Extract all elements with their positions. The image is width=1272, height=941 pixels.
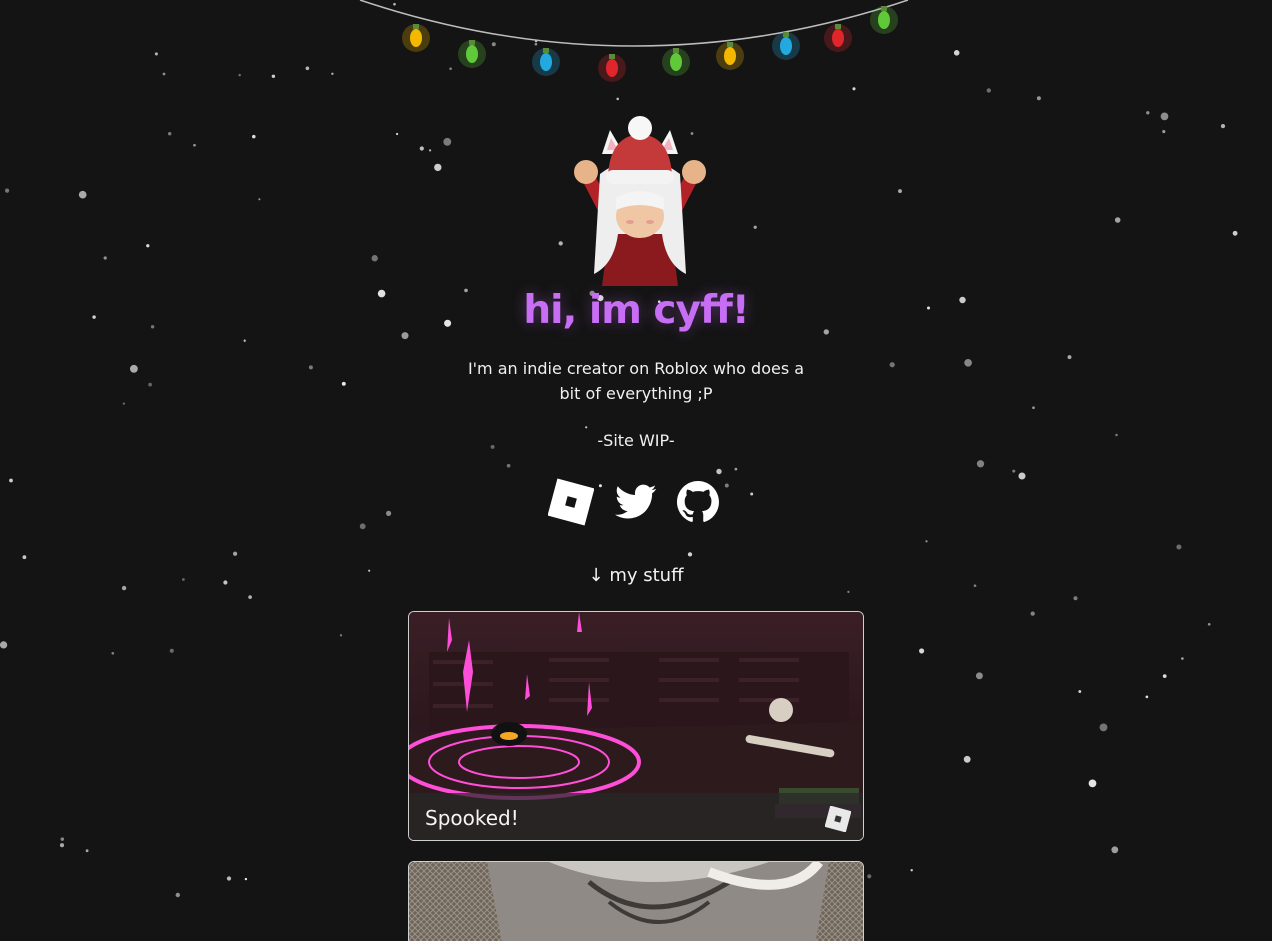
project-card-cat[interactable] bbox=[408, 861, 864, 941]
profile-page: hi, im cyff! I'm an indie creator on Rob… bbox=[0, 0, 1272, 941]
page-title: hi, im cyff! bbox=[523, 288, 749, 333]
bio-text: I'm an indie creator on Roblox who does … bbox=[467, 359, 805, 403]
twitter-icon bbox=[615, 484, 657, 519]
avatar-image bbox=[574, 116, 706, 286]
project-title: Spooked! bbox=[425, 806, 519, 830]
roblox-icon bbox=[548, 478, 594, 526]
roblox-icon bbox=[825, 806, 851, 832]
my-stuff-heading: ↓ my stuff bbox=[0, 565, 1272, 586]
github-link[interactable] bbox=[675, 478, 721, 526]
github-icon bbox=[677, 481, 719, 522]
site-status-text: -Site WIP- bbox=[597, 431, 675, 450]
twitter-link[interactable] bbox=[613, 478, 659, 526]
project-thumbnail bbox=[409, 862, 863, 941]
project-card-spooked[interactable]: Spooked! bbox=[408, 611, 864, 841]
social-links bbox=[548, 478, 724, 528]
arrow-down-icon: ↓ bbox=[588, 565, 604, 586]
project-caption: Spooked! bbox=[409, 793, 863, 840]
roblox-link[interactable] bbox=[548, 478, 594, 526]
my-stuff-label: my stuff bbox=[609, 565, 684, 586]
